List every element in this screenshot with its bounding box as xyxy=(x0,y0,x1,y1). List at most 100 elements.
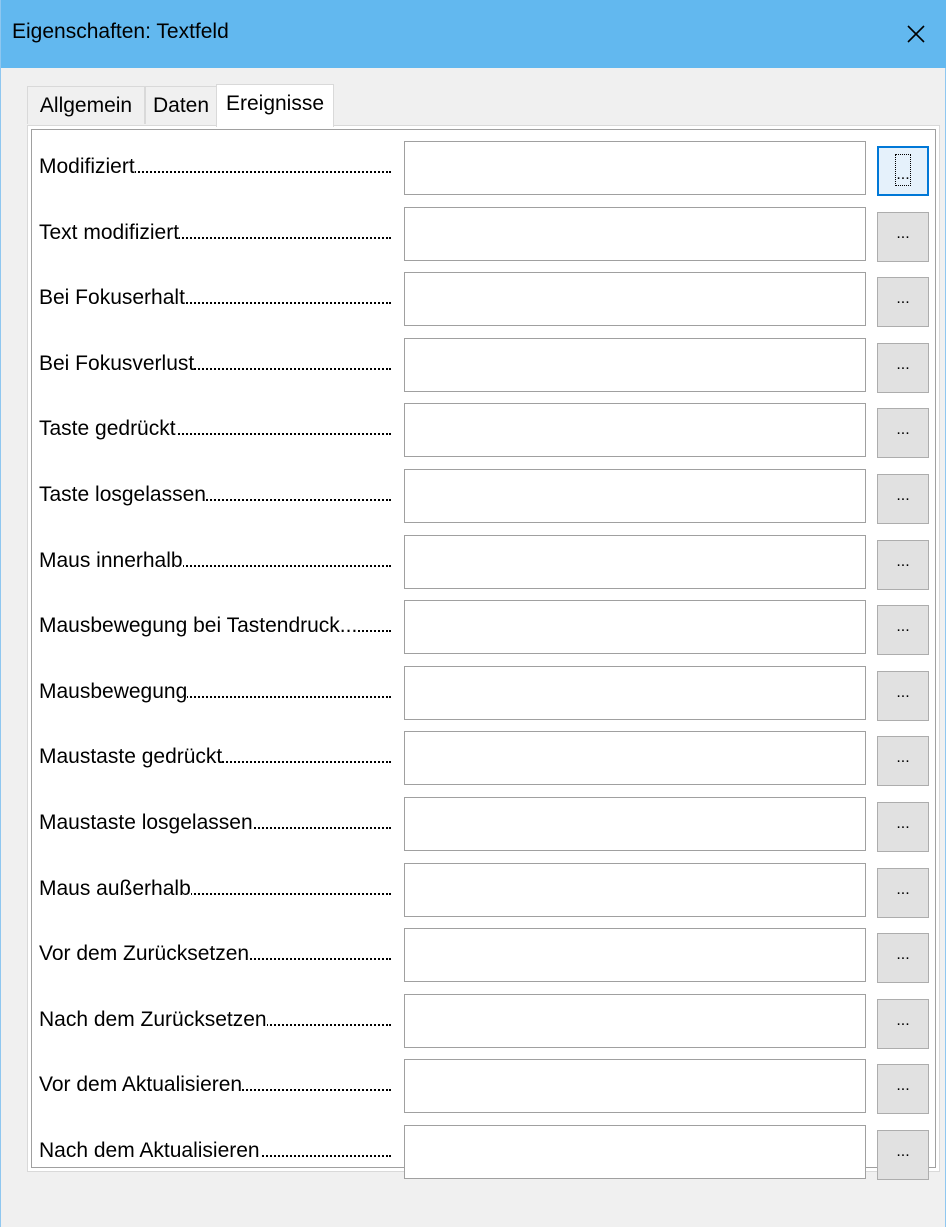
assign-macro-button-label: ... xyxy=(896,290,910,308)
event-row: Modifiziert... xyxy=(28,141,941,197)
event-macro-field[interactable] xyxy=(404,665,866,720)
event-label-text: Taste gedrückt xyxy=(39,417,176,442)
assign-macro-button[interactable]: ... xyxy=(877,605,929,656)
assign-macro-button-label: ... xyxy=(896,421,910,439)
event-row: Text modifiziert... xyxy=(28,206,941,263)
event-label: Maustaste losgelassen xyxy=(39,811,391,835)
assign-macro-button-label: ... xyxy=(896,552,910,570)
event-label-text: Nach dem Aktualisieren xyxy=(39,1139,260,1163)
event-row: Vor dem Zurücksetzen... xyxy=(28,928,941,984)
assign-macro-button-label: ... xyxy=(896,815,910,832)
event-row: Bei Fokusverlust... xyxy=(28,337,941,394)
event-label-text: Modifiziert xyxy=(39,155,135,179)
assign-macro-button[interactable]: ... xyxy=(877,998,929,1049)
event-row: Mausbewegung bei Tastendruck...... xyxy=(28,600,941,656)
event-label: Nach dem Aktualisieren xyxy=(39,1139,391,1163)
event-macro-field[interactable] xyxy=(404,272,866,327)
event-macro-field[interactable] xyxy=(404,862,866,917)
events-panel: Modifiziert... Text modifiziert... Bei Fok… xyxy=(27,125,941,1180)
assign-macro-button-label: ... xyxy=(896,880,910,898)
assign-macro-button[interactable]: ... xyxy=(877,1130,929,1180)
event-label: Vor dem Aktualisieren xyxy=(39,1073,391,1098)
assign-macro-button-label: ... xyxy=(895,154,911,186)
event-label-text: Maustaste gedrückt xyxy=(39,745,223,770)
assign-macro-button[interactable]: ... xyxy=(877,867,929,918)
event-macro-field[interactable] xyxy=(404,797,866,851)
assign-macro-button-label: ... xyxy=(896,355,910,373)
assign-macro-button[interactable]: ... xyxy=(877,736,929,787)
event-row: Vor dem Aktualisieren... xyxy=(28,1059,941,1115)
event-row: Taste gedrückt... xyxy=(28,403,941,459)
event-label: Taste gedrückt xyxy=(39,417,391,442)
event-label: Maustaste gedrückt xyxy=(39,745,391,770)
assign-macro-button-label: ... xyxy=(896,618,910,636)
event-label: Bei Fokusverlust xyxy=(39,351,391,376)
event-macro-field[interactable] xyxy=(404,993,866,1048)
event-macro-field[interactable] xyxy=(404,337,866,392)
event-macro-field[interactable] xyxy=(404,731,866,786)
event-macro-field[interactable] xyxy=(404,534,866,589)
event-label: Modifiziert xyxy=(39,155,391,179)
assign-macro-button[interactable]: ... xyxy=(877,211,929,262)
assign-macro-button-label: ... xyxy=(896,749,910,767)
event-row: Taste losgelassen... xyxy=(28,469,941,525)
event-row: Nach dem Zurücksetzen... xyxy=(28,993,941,1050)
assign-macro-button[interactable]: ... xyxy=(877,408,929,459)
event-label: Mausbewegung xyxy=(39,679,391,704)
title-bar[interactable]: Eigenschaften: Textfeld xyxy=(1,0,946,68)
event-label: Taste losgelassen xyxy=(39,483,391,507)
event-macro-field[interactable] xyxy=(404,928,866,983)
assign-macro-button[interactable]: ... xyxy=(877,474,929,524)
event-label: Vor dem Zurücksetzen xyxy=(39,942,391,967)
event-label-text: Maustaste losgelassen xyxy=(39,811,253,835)
event-row: Maus innerhalb... xyxy=(28,534,941,591)
event-label-text: Nach dem Zurücksetzen xyxy=(39,1007,267,1032)
event-macro-field[interactable] xyxy=(404,1059,866,1114)
event-label: Nach dem Zurücksetzen xyxy=(39,1007,391,1032)
event-label-text: Maus außerhalb xyxy=(39,876,191,901)
event-label-text: Bei Fokusverlust xyxy=(39,351,195,376)
event-label: Maus innerhalb xyxy=(39,548,391,573)
assign-macro-button-label: ... xyxy=(896,224,910,242)
assign-macro-button[interactable]: ... xyxy=(877,1064,929,1115)
event-macro-field[interactable] xyxy=(404,600,866,655)
assign-macro-button[interactable]: ... xyxy=(877,802,929,852)
event-macro-field[interactable] xyxy=(404,403,866,458)
assign-macro-button-label: ... xyxy=(896,1077,910,1095)
tab-daten[interactable]: Daten xyxy=(145,86,217,124)
event-label: Mausbewegung bei Tastendruck... xyxy=(39,614,391,639)
event-row: Mausbewegung... xyxy=(28,665,941,722)
assign-macro-button-label: ... xyxy=(896,946,910,964)
assign-macro-button-label: ... xyxy=(896,1011,910,1029)
event-label-text: Vor dem Zurücksetzen xyxy=(39,942,250,967)
assign-macro-button-label: ... xyxy=(896,487,910,504)
assign-macro-button[interactable]: ... xyxy=(877,670,929,721)
event-label-text: Taste losgelassen xyxy=(39,483,206,507)
event-macro-field[interactable] xyxy=(404,141,866,195)
event-label-text: Bei Fokuserhalt xyxy=(39,286,185,311)
event-label: Text modifiziert xyxy=(39,220,391,245)
assign-macro-button-label: ... xyxy=(896,1143,910,1160)
tab-ereignisse[interactable]: Ereignisse xyxy=(216,84,334,127)
close-button[interactable] xyxy=(885,0,946,68)
event-row: Nach dem Aktualisieren... xyxy=(28,1125,941,1181)
event-row: Maustaste losgelassen... xyxy=(28,797,941,853)
assign-macro-button[interactable]: ... xyxy=(877,933,929,984)
event-row: Maus außerhalb... xyxy=(28,862,941,919)
close-icon xyxy=(907,25,925,43)
assign-macro-button[interactable]: ... xyxy=(877,146,929,196)
assign-macro-button[interactable]: ... xyxy=(877,539,929,590)
event-label: Bei Fokuserhalt xyxy=(39,286,391,311)
tab-allgemein[interactable]: Allgemein xyxy=(27,86,145,124)
event-row: Maustaste gedrückt... xyxy=(28,731,941,787)
event-label-text: Maus innerhalb xyxy=(39,548,183,573)
event-label-text: Text modifiziert xyxy=(39,220,180,245)
event-macro-field[interactable] xyxy=(404,206,866,261)
event-macro-field[interactable] xyxy=(404,469,866,523)
assign-macro-button[interactable]: ... xyxy=(877,342,929,393)
assign-macro-button[interactable]: ... xyxy=(877,277,929,328)
event-row: Bei Fokuserhalt... xyxy=(28,272,941,328)
event-macro-field[interactable] xyxy=(404,1125,866,1179)
properties-dialog: Eigenschaften: Textfeld Allgemein Daten … xyxy=(0,0,946,1227)
assign-macro-button-label: ... xyxy=(896,683,910,701)
